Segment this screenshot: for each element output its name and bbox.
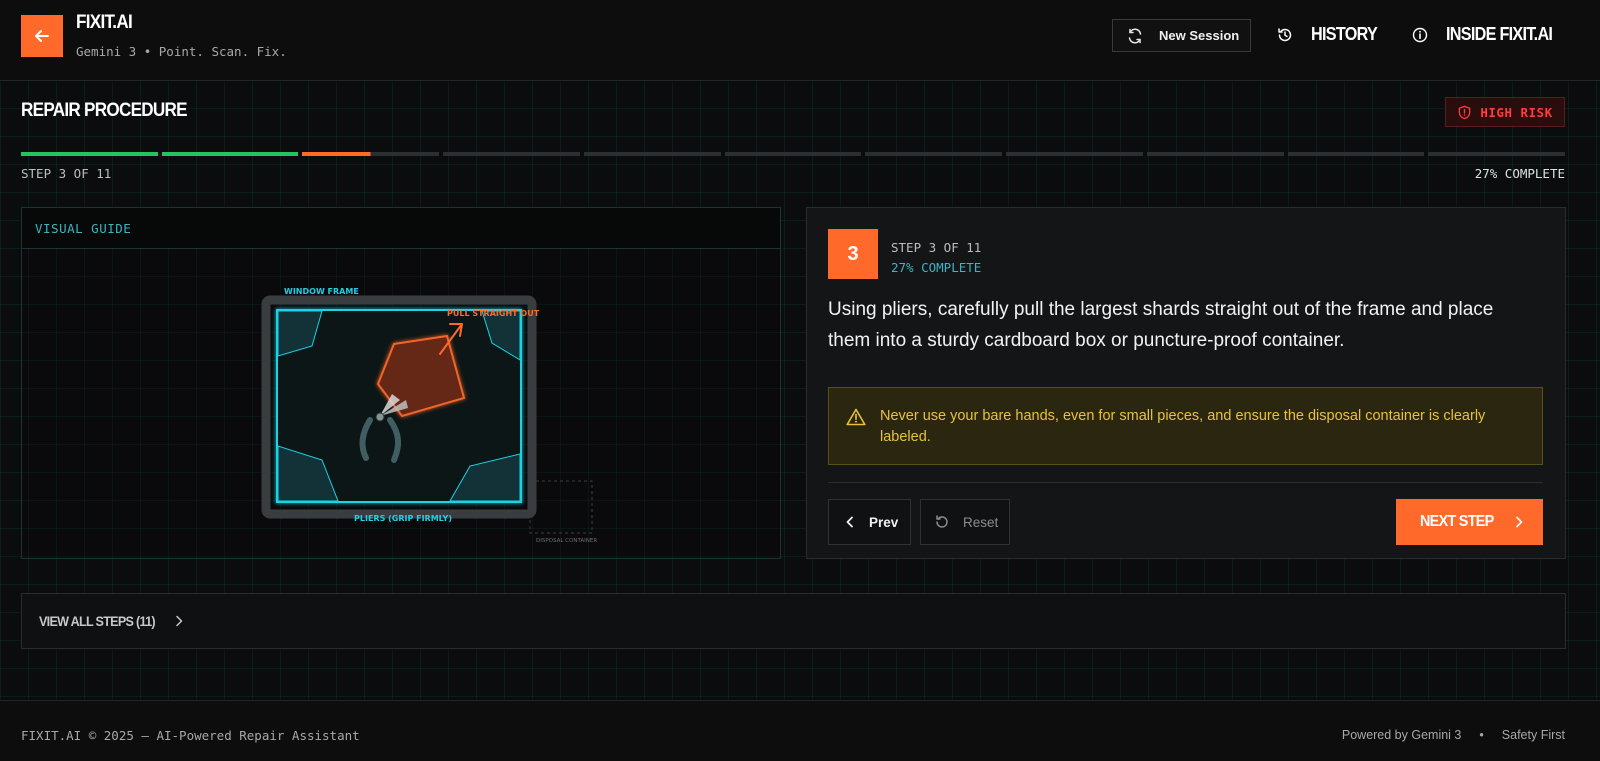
footer-safety: Safety First [1501,728,1565,742]
info-icon [1412,27,1428,43]
footer-meta: Powered by Gemini 3 • Safety First [1342,728,1565,742]
progress-segment-pending [583,152,721,156]
step-progress-bar [21,152,1566,156]
app-header: FIXIT.AI Gemini 3 • Point. Scan. Fix. Ne… [0,0,1600,81]
safety-warning: Never use your bare hands, even for smal… [828,387,1543,465]
footer-separator: • [1479,728,1484,742]
reset-label: Reset [963,514,999,530]
visual-guide-panel: VISUAL GUIDE WINDOW FRAME PULL STRAIGHT … [21,207,781,559]
history-label: HISTORY [1311,24,1378,44]
progress-segment-pending [1287,152,1425,156]
progress-segment-pending [865,152,1003,156]
disposal-container [529,480,593,534]
next-step-label: NEXT STEP [1420,513,1494,530]
warning-text: Never use your bare hands, even for smal… [880,408,1486,445]
visual-guide-header: VISUAL GUIDE [22,208,780,249]
risk-label: HIGH RISK [1480,104,1553,120]
next-step-button[interactable]: NEXT STEP [1396,499,1543,545]
label-disposal-container: DISPOSAL CONTAINER [536,538,597,544]
label-pliers: PLIERS (GRIP FIRMLY) [354,514,452,523]
chevron-left-icon [845,516,855,528]
footer-powered-by: Powered by Gemini 3 [1341,728,1462,742]
progress-segment-pending [724,152,862,156]
progress-segment-done [21,152,158,156]
progress-segment-pending [1006,152,1143,156]
progress-segment-done [161,152,299,156]
step-instruction: Using pliers, carefully pull the largest… [828,299,1494,351]
label-window-frame: WINDOW FRAME [284,287,359,296]
footer-copyright: FIXIT.AI © 2025 — AI-Powered Repair Assi… [21,728,360,743]
brand-name: FIXIT.AI [76,12,133,33]
prev-button[interactable]: Prev [828,499,911,545]
tagline: Gemini 3 • Point. Scan. Fix. [76,44,287,59]
view-all-steps-button[interactable]: VIEW ALL STEPS (11) [21,593,1566,649]
label-pull-straight-out: PULL STRAIGHT OUT [447,309,540,318]
refresh-icon [1127,27,1143,44]
prev-label: Prev [869,514,899,530]
new-session-label: New Session [1159,28,1240,43]
risk-badge: HIGH RISK [1445,97,1565,127]
view-all-steps-label: VIEW ALL STEPS (11) [39,613,156,629]
inside-fixit-link[interactable]: INSIDE FIXIT.AI [1412,24,1564,45]
procedure-title: REPAIR PROCEDURE [21,100,188,121]
card-complete-label: 27% COMPLETE [891,260,982,275]
repair-diagram: WINDOW FRAME PULL STRAIGHT OUT PLIERS (G… [261,287,597,544]
arrow-left-icon [35,30,49,42]
app-footer: FIXIT.AI © 2025 — AI-Powered Repair Assi… [0,700,1600,761]
warning-triangle-icon [846,408,866,431]
progress-segment-pending [1428,152,1566,156]
progress-segment-pending [1146,152,1284,156]
chevron-right-icon [174,615,184,627]
chevron-right-icon [1514,516,1524,528]
card-step-label: STEP 3 OF 11 [891,240,982,255]
history-link[interactable]: HISTORY [1277,24,1384,45]
reset-icon [934,514,950,530]
progress-segment-current [302,152,440,156]
step-card: 3 STEP 3 OF 11 27% COMPLETE Using pliers… [806,207,1566,559]
reset-button[interactable]: Reset [920,499,1010,545]
history-icon [1277,27,1293,43]
card-divider [828,482,1543,483]
back-button[interactable] [21,15,63,57]
inside-fixit-label: INSIDE FIXIT.AI [1446,24,1553,44]
step-number-badge: 3 [828,229,878,279]
new-session-button[interactable]: New Session [1112,19,1251,52]
shield-alert-icon [1457,105,1472,120]
completion-percent: 27% COMPLETE [1474,166,1565,181]
progress-segment-pending [443,152,580,156]
step-counter: STEP 3 OF 11 [21,166,112,181]
visual-guide-title: VISUAL GUIDE [35,220,132,236]
